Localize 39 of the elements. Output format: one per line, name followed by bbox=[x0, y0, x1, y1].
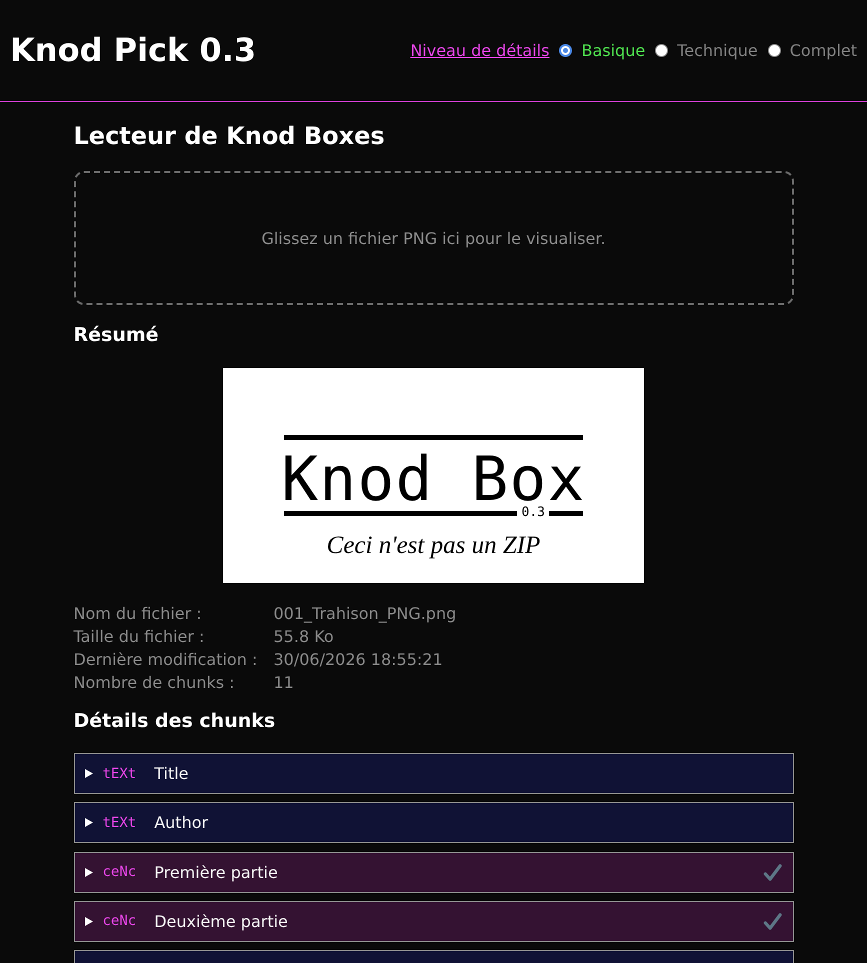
radio-button[interactable] bbox=[768, 44, 781, 57]
caret-icon[interactable] bbox=[84, 818, 92, 828]
chunk-name: Première partie bbox=[154, 862, 278, 882]
field-label: Nom du fichier : bbox=[74, 604, 202, 623]
option-label[interactable]: Technique bbox=[677, 41, 758, 60]
page-heading: Lecteur de Knod Boxes bbox=[74, 122, 386, 151]
field-label: Dernière modification : bbox=[74, 650, 258, 669]
detail-level-link[interactable]: Niveau de détails bbox=[410, 41, 550, 60]
option-label[interactable]: Complet bbox=[790, 41, 857, 60]
chunk-row[interactable]: tEXt Author bbox=[74, 802, 794, 844]
chunk-name: Author bbox=[154, 813, 208, 832]
caret-icon[interactable] bbox=[84, 769, 92, 778]
section-heading: Détails des chunks bbox=[74, 710, 276, 733]
chunk-type: ceNc bbox=[102, 913, 136, 930]
chunk-name: Deuxième partie bbox=[154, 912, 288, 931]
field-label: Nombre de chunks : bbox=[74, 673, 235, 692]
drop-zone[interactable]: Glissez un fichier PNG ici pour le visualiser. bbox=[74, 171, 794, 305]
app-title: Knod Pick 0.3 bbox=[10, 31, 256, 70]
drop-zone-hint: Glissez un fichier PNG ici pour le visualiser. bbox=[261, 228, 606, 248]
chunk-type: tEXt bbox=[102, 766, 136, 782]
section-heading: Résumé bbox=[74, 324, 160, 347]
caret-icon[interactable] bbox=[84, 868, 92, 877]
field-value: 55.8 Ko bbox=[274, 627, 334, 646]
field-value: 30/06/2026 18:55:21 bbox=[274, 650, 443, 669]
chunk-type: ceNc bbox=[102, 864, 136, 880]
chunk-row[interactable]: tEXt Title bbox=[74, 753, 794, 794]
chunk-name: Title bbox=[154, 764, 189, 783]
field-label: Taille du fichier : bbox=[74, 627, 204, 646]
caret-icon[interactable] bbox=[84, 916, 92, 926]
chunk-row[interactable]: ceNc Deuxième partie bbox=[74, 900, 794, 942]
chunk-row[interactable]: ceNc Première partie bbox=[74, 852, 794, 893]
option-label[interactable]: Basique bbox=[581, 41, 646, 60]
chunk-type: tEXt bbox=[102, 814, 136, 831]
radio-button[interactable] bbox=[559, 44, 572, 57]
field-value: 11 bbox=[274, 673, 294, 692]
preview-tagline: Ceci n'est pas un ZIP bbox=[326, 531, 540, 560]
chunk-row[interactable] bbox=[74, 950, 794, 963]
field-value: 001_Trahison_PNG.png bbox=[274, 604, 456, 623]
radio-button[interactable] bbox=[655, 44, 668, 57]
